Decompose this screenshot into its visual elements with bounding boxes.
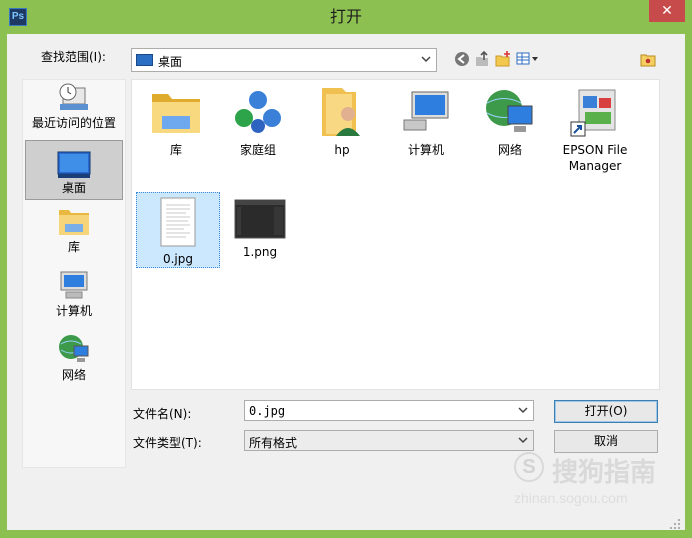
file-item[interactable]: 网络 [468, 86, 552, 158]
place-label: 计算机 [55, 304, 92, 318]
filename-input[interactable]: 0.jpg [244, 400, 534, 421]
file-item[interactable]: 计算机 [384, 86, 468, 158]
file-name: 0.jpg [162, 252, 194, 266]
file-name: 库 [169, 143, 182, 157]
file-item[interactable]: 家庭组 [216, 86, 300, 158]
place-computer[interactable]: 计算机 [25, 268, 123, 324]
places-bar: 最近访问的位置 桌面 库 计算机 网络 [22, 79, 126, 468]
place-library[interactable]: 库 [25, 204, 123, 260]
up-folder-icon[interactable] [473, 50, 491, 68]
place-label: 最近访问的位置 [31, 116, 116, 130]
folder-star-icon[interactable] [639, 50, 657, 68]
file-item[interactable]: 1.png [218, 196, 302, 260]
place-desktop[interactable]: 桌面 [25, 140, 123, 200]
computer-icon [403, 91, 449, 131]
epson-shortcut-icon [570, 89, 616, 137]
title-bar[interactable]: Ps 打开 ✕ [0, 0, 692, 34]
watermark-url: zhinan.sogou.com [514, 490, 628, 506]
filename-label: 文件名(N): [133, 407, 192, 421]
file-name: 网络 [497, 143, 522, 157]
view-menu-icon[interactable] [515, 50, 541, 68]
file-name: 计算机 [407, 143, 444, 157]
filetype-value: 所有格式 [249, 436, 298, 450]
resize-grip-icon[interactable] [669, 518, 681, 530]
library-folder-icon [152, 94, 200, 133]
place-label: 桌面 [61, 181, 86, 195]
file-list[interactable]: 库 家庭组 hp 计算机 网络 EPSON File Manager 0.jpg… [131, 79, 660, 390]
file-name: 家庭组 [239, 143, 276, 157]
library-icon [59, 210, 89, 235]
sogou-logo-icon: S [514, 452, 544, 482]
file-item[interactable]: 0.jpg [136, 192, 220, 268]
place-label: 库 [67, 240, 80, 254]
open-button[interactable]: 打开(O) [554, 400, 658, 423]
lookin-value: 桌面 [158, 55, 183, 69]
back-icon[interactable] [453, 50, 471, 68]
open-dialog-window: Ps 打开 ✕ 查找范围(I): 桌面 最近访问的位置 桌面 库 计算机 网络 … [0, 0, 692, 538]
homegroup-icon [235, 91, 281, 133]
lookin-dropdown[interactable]: 桌面 [131, 48, 437, 72]
file-item[interactable]: hp [300, 86, 384, 158]
desktop-small-icon [136, 54, 153, 66]
computer-icon [60, 271, 88, 299]
png-thumbnail-icon [234, 199, 286, 239]
place-recent[interactable]: 最近访问的位置 [25, 82, 123, 138]
lookin-label: 查找范围(I): [41, 50, 106, 64]
watermark-text: 搜狗指南 [552, 458, 657, 488]
place-label: 网络 [61, 368, 86, 382]
place-network[interactable]: 网络 [25, 332, 123, 388]
new-folder-icon[interactable] [494, 50, 512, 68]
file-name: 1.png [242, 245, 278, 259]
jpg-thumbnail-icon [160, 197, 196, 247]
chevron-down-icon [518, 407, 528, 414]
file-item[interactable]: 库 [134, 86, 218, 158]
file-name: EPSON File Manager [562, 143, 628, 173]
chevron-down-icon [421, 56, 431, 63]
file-item[interactable]: EPSON File Manager [550, 86, 640, 174]
desktop-icon [57, 151, 91, 178]
network-icon [486, 90, 533, 132]
close-button[interactable]: ✕ [649, 0, 685, 22]
filetype-dropdown[interactable]: 所有格式 [244, 430, 534, 451]
sogou-watermark: S 搜狗指南 zhinan.sogou.com [506, 450, 672, 514]
filename-value: 0.jpg [249, 404, 286, 418]
file-name: hp [334, 143, 350, 157]
network-icon [59, 335, 89, 362]
filetype-label: 文件类型(T): [133, 436, 202, 450]
user-folder-icon [322, 88, 360, 136]
window-title: 打开 [329, 7, 362, 26]
chevron-down-icon [518, 437, 528, 444]
recent-places-icon [59, 83, 88, 110]
